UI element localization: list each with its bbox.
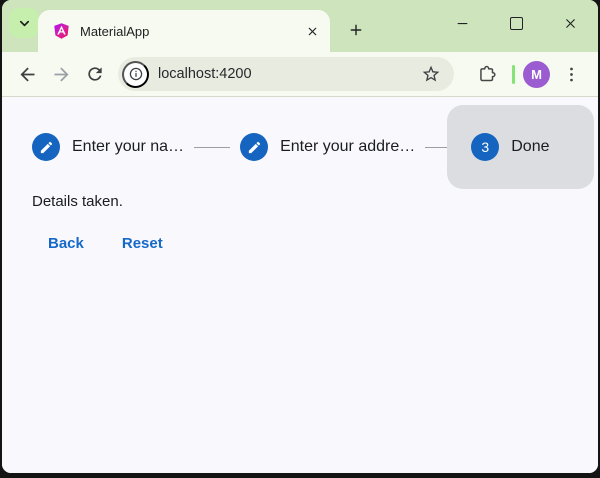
close-icon — [306, 25, 319, 38]
browser-toolbar: localhost:4200 M — [2, 52, 598, 97]
step-3-number: 3 — [481, 139, 489, 155]
url-text: localhost:4200 — [158, 66, 418, 82]
back-step-button[interactable]: Back — [32, 225, 100, 261]
back-button[interactable] — [10, 57, 44, 91]
star-icon — [421, 64, 441, 84]
tab-search-button[interactable] — [9, 8, 39, 38]
three-dots-icon — [562, 65, 581, 84]
close-window-icon — [563, 16, 578, 31]
reload-icon — [85, 64, 105, 84]
step-1-icon-circle — [32, 133, 60, 161]
step-actions: Back Reset — [32, 225, 598, 261]
extensions-button[interactable] — [470, 57, 504, 91]
pencil-icon — [247, 140, 262, 155]
step-3-label: Done — [511, 138, 549, 156]
tab-strip: MaterialApp — [2, 0, 598, 52]
chevron-down-icon — [17, 16, 32, 31]
stepper-step-3-selected[interactable]: 3 Done — [447, 105, 594, 189]
extension-indicator — [512, 65, 515, 84]
maximize-button[interactable] — [489, 0, 543, 46]
info-icon — [128, 66, 144, 82]
step-content-message: Details taken. — [32, 193, 598, 210]
minimize-button[interactable] — [435, 0, 489, 46]
puzzle-icon — [477, 64, 498, 85]
profile-initial: M — [531, 67, 542, 82]
step-2-icon-circle — [240, 133, 268, 161]
plus-icon — [348, 22, 364, 38]
forward-button[interactable] — [44, 57, 78, 91]
arrow-right-icon — [51, 64, 72, 85]
stepper-step-1[interactable]: Enter your na… — [8, 105, 208, 189]
new-tab-button[interactable] — [342, 16, 370, 44]
maximize-icon — [510, 17, 523, 30]
minimize-icon — [455, 16, 470, 31]
browser-tab[interactable]: MaterialApp — [38, 10, 330, 52]
profile-avatar[interactable]: M — [523, 61, 550, 88]
stepper-header-row: Enter your na… Enter your addre… 3 — [2, 105, 598, 189]
menu-button[interactable] — [554, 57, 588, 91]
bookmark-button[interactable] — [418, 61, 444, 87]
address-bar[interactable]: localhost:4200 — [118, 57, 454, 91]
tab-close-button[interactable] — [302, 21, 322, 41]
angular-logo-icon — [53, 22, 70, 40]
step-2-label: Enter your addre… — [280, 138, 415, 156]
browser-chrome: MaterialApp — [2, 0, 598, 473]
reset-step-button[interactable]: Reset — [106, 225, 179, 261]
web-content: Enter your na… Enter your addre… 3 — [2, 97, 598, 473]
site-info-button[interactable] — [122, 61, 149, 88]
browser-window: MaterialApp — [0, 0, 600, 478]
step-1-label: Enter your na… — [72, 138, 184, 156]
pencil-icon — [39, 140, 54, 155]
window-controls — [435, 0, 597, 46]
step-3-number-circle: 3 — [471, 133, 499, 161]
reload-button[interactable] — [78, 57, 112, 91]
arrow-left-icon — [17, 64, 38, 85]
stepper-step-2[interactable]: Enter your addre… — [216, 105, 439, 189]
close-window-button[interactable] — [543, 0, 597, 46]
tab-title: MaterialApp — [80, 24, 302, 39]
